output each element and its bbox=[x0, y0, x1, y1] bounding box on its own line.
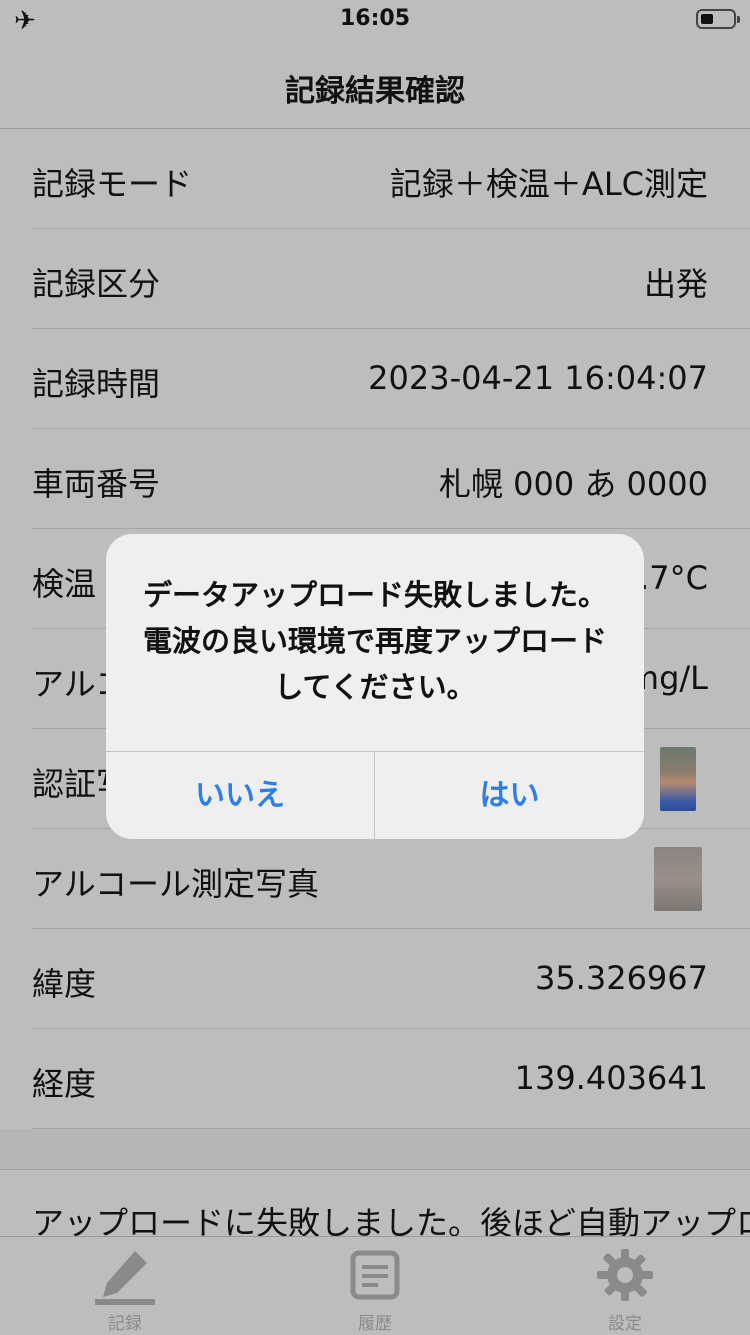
yes-button[interactable]: はい bbox=[375, 752, 644, 839]
no-button[interactable]: いいえ bbox=[106, 752, 375, 839]
dialog-message: データアップロード失敗しました。電波の良い環境で再度アップロードしてください。 bbox=[142, 578, 607, 704]
upload-failed-dialog: データアップロード失敗しました。電波の良い環境で再度アップロードしてください。 … bbox=[106, 534, 644, 839]
dialog-overlay: データアップロード失敗しました。電波の良い環境で再度アップロードしてください。 … bbox=[0, 0, 750, 1334]
dialog-buttons: いいえ はい bbox=[106, 751, 644, 839]
